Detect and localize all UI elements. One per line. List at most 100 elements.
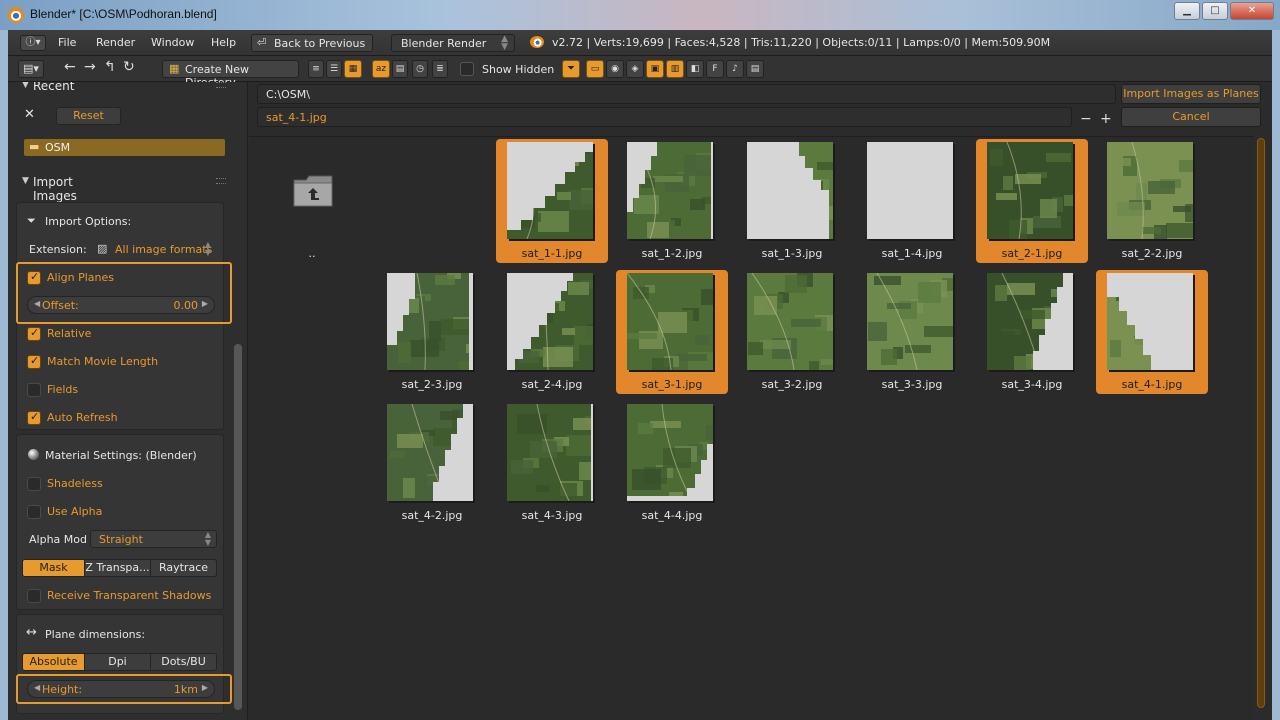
filter-movie-icon[interactable]: ▥: [666, 60, 684, 78]
file-item[interactable]: sat_4-3.jpg: [496, 401, 608, 525]
image-thumbnail: [747, 142, 833, 239]
render-engine-select[interactable]: Blender Render ▲ ▼: [391, 34, 515, 52]
file-item[interactable]: sat_4-4.jpg: [616, 401, 728, 525]
relative-checkbox[interactable]: [27, 326, 41, 341]
editor-type-info-icon[interactable]: ⓘ▾: [20, 35, 46, 51]
dpi-toggle[interactable]: Dpi: [84, 653, 151, 671]
recent-item-osm[interactable]: ▬ OSM: [24, 139, 225, 156]
forward-icon[interactable]: →: [84, 59, 96, 75]
display-short-list-icon[interactable]: ≡: [308, 60, 324, 78]
filter-icon: ⏷: [27, 214, 36, 227]
use-alpha-checkbox[interactable]: [27, 505, 41, 519]
panel-grip-icon[interactable]: [216, 178, 226, 184]
menu-render[interactable]: Render: [96, 36, 135, 49]
parent-directory-icon[interactable]: ↰: [104, 59, 116, 75]
refresh-icon[interactable]: ↻: [123, 59, 135, 75]
decrement-filename-button[interactable]: −: [1080, 111, 1092, 127]
filter-image-icon[interactable]: ▣: [646, 60, 664, 78]
alpha-mode-select[interactable]: Straight ▲ ▼: [90, 530, 217, 548]
maximize-button[interactable]: □: [1202, 2, 1228, 20]
sidebar-scrollbar[interactable]: [234, 344, 242, 710]
image-thumbnail: [627, 273, 713, 370]
import-images-as-planes-button[interactable]: Import Images as Planes: [1121, 84, 1261, 104]
menu-file[interactable]: File: [58, 36, 76, 49]
file-item[interactable]: sat_2-1.jpg: [976, 139, 1088, 263]
filter-text-icon[interactable]: ▤: [746, 60, 764, 78]
updown-arrows-icon: ▲ ▼: [204, 530, 211, 547]
file-item[interactable]: sat_3-1.jpg: [616, 270, 728, 394]
shadeless-checkbox[interactable]: [27, 477, 41, 491]
file-grid-scrollbar[interactable]: [1257, 138, 1265, 708]
file-item[interactable]: sat_1-1.jpg: [496, 139, 608, 263]
receive-shadows-row[interactable]: Receive Transparent Shadows: [17, 586, 225, 606]
file-item[interactable]: sat_1-4.jpg: [856, 139, 968, 263]
directory-path-input[interactable]: C:\OSM\: [257, 84, 1116, 104]
file-item[interactable]: sat_3-4.jpg: [976, 270, 1088, 394]
sort-time-icon[interactable]: ◷: [412, 60, 428, 78]
auto-refresh-checkbox[interactable]: [27, 410, 41, 425]
increment-filename-button[interactable]: +: [1100, 111, 1112, 127]
z-transparency-toggle[interactable]: Z Transpa...: [84, 559, 151, 577]
filter-blender-icon[interactable]: ◉: [606, 60, 624, 78]
filter-files-icon[interactable]: ⏷: [562, 60, 580, 78]
collapse-triangle-icon: ▼: [22, 82, 29, 90]
display-thumbnails-icon[interactable]: ▦: [344, 60, 362, 78]
display-long-list-icon[interactable]: ☰: [326, 60, 342, 78]
file-browser-sidebar: ▼ Recent ✕ Reset ▬ OSM ▼ Import Images a…: [8, 82, 248, 720]
close-window-button[interactable]: ✕: [1230, 2, 1274, 20]
menu-window[interactable]: Window: [151, 36, 194, 49]
filter-font-icon[interactable]: F: [706, 60, 724, 78]
filter-backup-icon[interactable]: ◈: [626, 60, 644, 78]
file-item[interactable]: sat_2-3.jpg: [376, 270, 488, 394]
info-header: ⓘ▾ File Render Window Help ⏎ Back to Pre…: [8, 30, 1272, 56]
show-hidden-checkbox[interactable]: [460, 62, 474, 76]
cancel-button[interactable]: Cancel: [1121, 107, 1261, 127]
image-thumbnail: [987, 142, 1073, 239]
sort-extension-icon[interactable]: ▤: [392, 60, 408, 78]
panel-grip-icon[interactable]: [216, 82, 226, 88]
align-planes-highlight: [16, 262, 232, 324]
match-movie-length-checkbox[interactable]: [27, 354, 41, 369]
image-thumbnail: [507, 273, 593, 370]
sort-alphabetic-icon[interactable]: az: [372, 60, 390, 78]
close-icon[interactable]: ✕: [24, 107, 35, 122]
fields-row[interactable]: Fields: [17, 380, 225, 400]
file-item[interactable]: sat_3-3.jpg: [856, 270, 968, 394]
filter-folders-icon[interactable]: ▭: [586, 60, 604, 78]
auto-refresh-row[interactable]: Auto Refresh: [17, 408, 225, 428]
use-alpha-row[interactable]: Use Alpha: [17, 502, 225, 522]
match-movie-length-row[interactable]: Match Movie Length: [17, 352, 225, 372]
back-to-previous-button[interactable]: ⏎ Back to Previous: [251, 34, 373, 52]
parent-directory-item[interactable]: ..: [256, 139, 368, 263]
receive-shadows-checkbox[interactable]: [27, 589, 41, 603]
sort-size-icon[interactable]: ≣: [432, 60, 448, 78]
filter-sound-icon[interactable]: ♪: [726, 60, 744, 78]
editor-type-filebrowser-icon[interactable]: ▤▾: [18, 60, 44, 78]
material-sphere-icon: [28, 449, 39, 460]
file-item[interactable]: sat_3-2.jpg: [736, 270, 848, 394]
relative-row[interactable]: Relative: [17, 324, 225, 344]
file-item[interactable]: sat_2-2.jpg: [1096, 139, 1208, 263]
file-item[interactable]: sat_2-4.jpg: [496, 270, 608, 394]
filename-input[interactable]: sat_4-1.jpg: [257, 107, 1072, 127]
menu-help[interactable]: Help: [211, 36, 236, 49]
back-icon[interactable]: ←: [64, 59, 76, 75]
file-item[interactable]: sat_4-2.jpg: [376, 401, 488, 525]
reset-recent-button[interactable]: Reset: [56, 107, 121, 125]
shadeless-row[interactable]: Shadeless: [17, 474, 225, 494]
file-item-label: sat_2-2.jpg: [1121, 247, 1183, 260]
dots-per-bu-toggle[interactable]: Dots/BU: [150, 653, 217, 671]
create-new-directory-button[interactable]: ▦ Create New Directory: [162, 60, 299, 89]
file-item[interactable]: sat_4-1.jpg: [1096, 270, 1208, 394]
raytrace-toggle[interactable]: Raytrace: [150, 559, 217, 577]
fields-checkbox[interactable]: [27, 383, 41, 397]
absolute-toggle[interactable]: Absolute: [22, 653, 85, 671]
extension-select[interactable]: ▨ All image formats ▲ ▼: [93, 240, 217, 258]
file-item[interactable]: sat_1-3.jpg: [736, 139, 848, 263]
file-item[interactable]: sat_1-2.jpg: [616, 139, 728, 263]
image-thumbnail: [507, 404, 593, 501]
filter-script-icon[interactable]: ◧: [686, 60, 704, 78]
minimize-button[interactable]: ▁: [1174, 2, 1200, 20]
file-item-label: sat_4-3.jpg: [521, 509, 583, 522]
mask-toggle[interactable]: Mask: [22, 559, 85, 577]
